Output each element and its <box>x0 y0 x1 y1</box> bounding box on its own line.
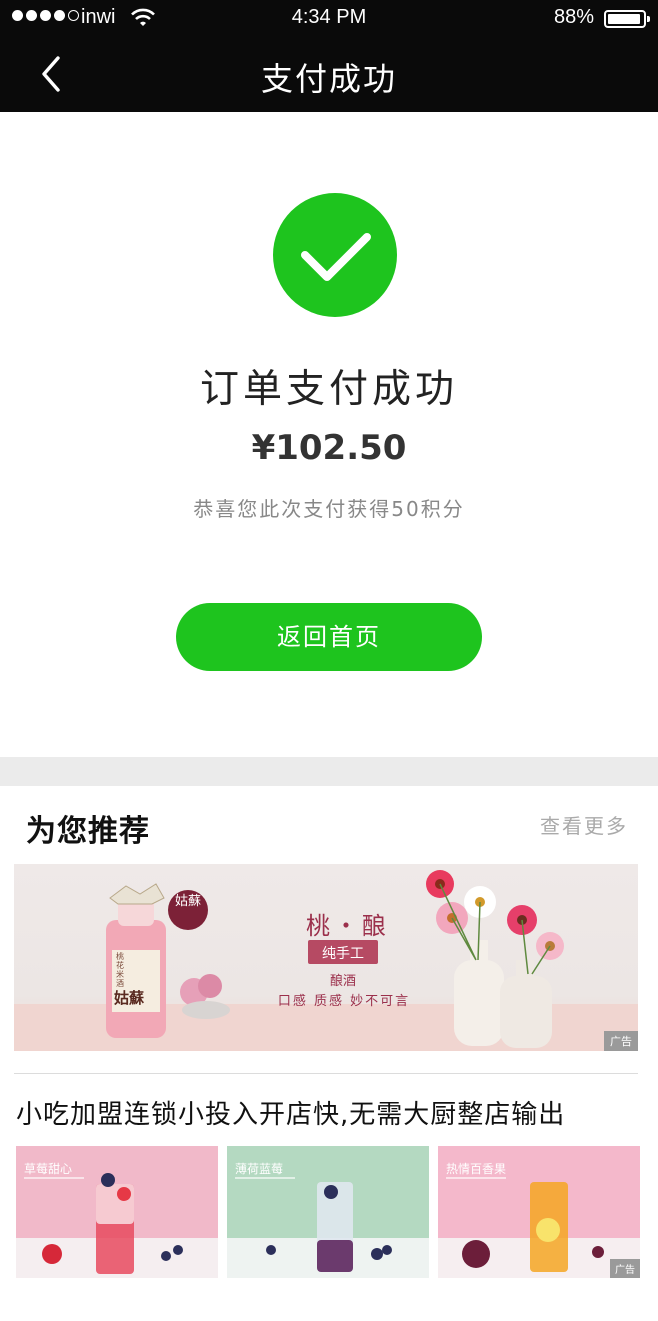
success-title: 订单支付成功 <box>199 367 458 412</box>
thumbnail-strawberry[interactable]: 草莓甜心 <box>16 1146 218 1278</box>
battery-percent: 88% <box>553 6 594 28</box>
ad-tag: 广告 <box>610 1259 640 1278</box>
article-title[interactable]: 小吃加盟连锁小投入开店快,无需大厨整店输出 <box>16 1094 565 1131</box>
banner-sub: 酿酒 <box>329 974 356 989</box>
thumbnail-blueberry[interactable]: 薄荷蓝莓 <box>227 1146 429 1278</box>
thumbnail-label: 草莓甜心 <box>24 1162 73 1176</box>
thumbnail-label: 热情百香果 <box>446 1162 507 1176</box>
banner-tagline: 口感 质感 妙不可言 <box>277 994 411 1009</box>
status-bar: inwi 4:34 PM 88% <box>0 0 658 36</box>
thumbnail-passionfruit[interactable]: 热情百香果 广告 <box>438 1146 640 1278</box>
return-home-button[interactable]: 返回首页 <box>176 603 482 671</box>
section-divider <box>0 757 658 786</box>
divider-line <box>14 1073 638 1074</box>
banner-brand: 姑蘇 <box>174 894 201 909</box>
recommend-title: 为您推荐 <box>26 814 150 849</box>
thumbnail-label: 薄荷蓝莓 <box>235 1162 284 1176</box>
bottle-label: 桃花米酒 <box>116 952 124 988</box>
banner-badge: 纯手工 <box>322 946 364 962</box>
wine-bottle-icon <box>106 883 166 1038</box>
battery-icon <box>604 10 650 28</box>
navigation-bar: 支付成功 <box>0 36 658 112</box>
page-title: 支付成功 <box>260 60 397 98</box>
points-note: 恭喜您此次支付获得50积分 <box>193 497 465 521</box>
success-check-icon <box>273 193 397 317</box>
payment-amount: ¥102.50 <box>251 428 407 468</box>
bottle-brand: 姑蘇 <box>114 989 145 1007</box>
ad-tag: 广告 <box>604 1031 638 1051</box>
ad-banner[interactable]: 姑蘇 桃花米酒 姑蘇 桃・酿 纯手工 酿酒 口感 质感 妙不可言 广告 <box>14 864 638 1051</box>
view-more-link[interactable]: 查看更多 <box>540 810 628 839</box>
banner-headline: 桃・酿 <box>306 912 390 940</box>
